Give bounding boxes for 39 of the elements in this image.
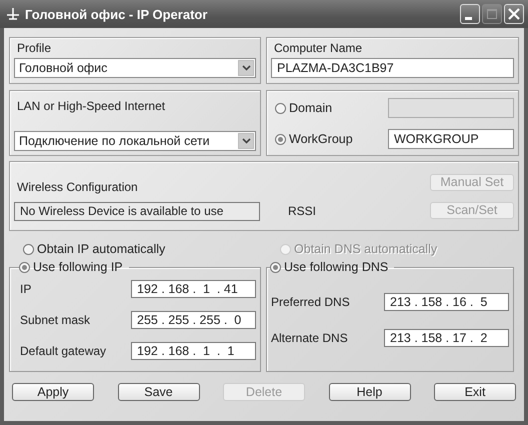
- radio-button[interactable]: Obtain IP automatically: [23, 242, 166, 256]
- field-label: Profile: [16, 41, 52, 55]
- caret-icon: [242, 138, 250, 144]
- input-field[interactable]: PLAZMA-DA3C1B97: [271, 58, 514, 78]
- field-label: Default gateway: [20, 344, 106, 358]
- action-button[interactable]: Save: [118, 383, 200, 401]
- radio-button[interactable]: WorkGroup: [275, 132, 353, 146]
- status-field: No Wireless Device is available to use: [14, 202, 260, 220]
- maximize-icon: [487, 9, 497, 19]
- radio-button[interactable]: Use following IP: [19, 260, 123, 274]
- input-field[interactable]: WORKGROUP: [388, 129, 514, 149]
- input-field[interactable]: 213 . 158 . 16 . 5: [384, 293, 509, 311]
- field-label: IP: [20, 282, 32, 296]
- action-button[interactable]: Help: [328, 383, 410, 401]
- dropdown[interactable]: Подключение по локальной сети: [14, 131, 256, 151]
- action-button[interactable]: Apply: [12, 383, 94, 401]
- close-button[interactable]: [504, 4, 524, 24]
- caret-icon: [242, 65, 250, 71]
- field-label: RSSI: [287, 204, 318, 218]
- field-label: Wireless Configuration: [16, 180, 139, 196]
- dropdown[interactable]: Головной офис: [14, 58, 256, 78]
- input-field[interactable]: 192 . 168 . 1 . 41: [131, 280, 256, 298]
- field-label: Computer Name: [273, 41, 364, 55]
- field-label: Subnet mask: [20, 312, 90, 327]
- field-label: Alternate DNS: [271, 331, 348, 345]
- antenna-icon: [6, 7, 20, 21]
- minimize-icon: [464, 16, 472, 20]
- radio-button[interactable]: Use following DNS: [270, 260, 388, 274]
- close-icon: [508, 8, 520, 20]
- action-button[interactable]: Exit: [434, 383, 516, 401]
- field-label: Preferred DNS: [271, 295, 350, 309]
- input-field[interactable]: [388, 98, 514, 118]
- input-field[interactable]: 213 . 158 . 17 . 2: [384, 329, 509, 347]
- input-field[interactable]: 192 . 168 . 1 . 1: [131, 342, 256, 360]
- input-field[interactable]: 255 . 255 . 255 . 0: [131, 310, 256, 329]
- window-title: Головной офис - IP Operator: [25, 6, 208, 22]
- radio-button[interactable]: Domain: [275, 101, 332, 115]
- field-label: LAN or High-Speed Internet: [16, 99, 166, 113]
- minimize-button[interactable]: [460, 4, 480, 24]
